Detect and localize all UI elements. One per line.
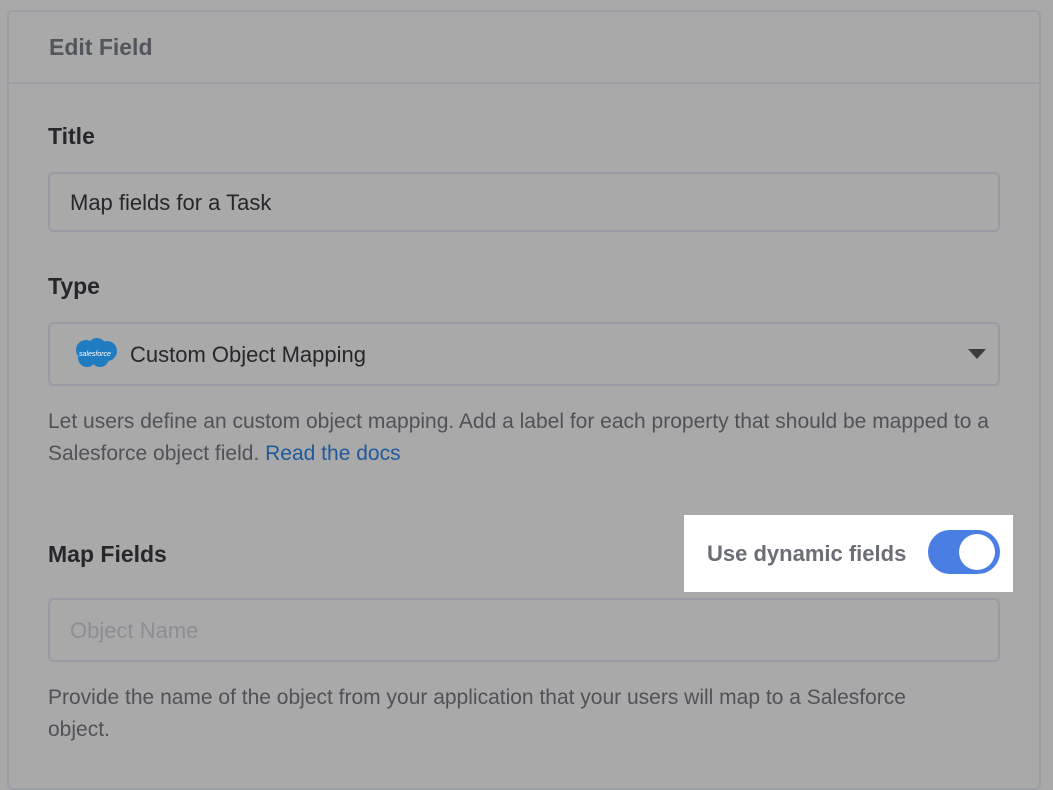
edit-field-panel: Edit Field: [7, 10, 1041, 790]
salesforce-logo-icon: salesforce: [76, 338, 117, 367]
read-the-docs-link[interactable]: Read the docs: [265, 442, 400, 465]
dynamic-fields-toggle[interactable]: [928, 530, 1000, 574]
map-fields-label: Map Fields: [48, 541, 167, 567]
type-label: Type: [48, 273, 100, 299]
type-select[interactable]: salesforce Custom Object Mapping: [48, 322, 1000, 386]
type-select-value: Custom Object Mapping: [130, 342, 366, 367]
panel-title: Edit Field: [49, 34, 153, 60]
salesforce-logo-text: salesforce: [79, 351, 111, 358]
title-label: Title: [48, 123, 95, 149]
dynamic-fields-toggle-row: Use dynamic fields: [684, 515, 1013, 592]
panel-header: [9, 12, 1039, 84]
title-input[interactable]: Map fields for a Task: [48, 172, 1000, 232]
title-input-value: Map fields for a Task: [70, 190, 272, 215]
chevron-down-icon[interactable]: [968, 349, 986, 359]
type-help-text: Let users define an custom object mappin…: [48, 406, 1008, 470]
type-help-body: Let users define an custom object mappin…: [48, 410, 989, 465]
dynamic-fields-label: Use dynamic fields: [707, 541, 907, 566]
object-name-help-text: Provide the name of the object from your…: [48, 686, 906, 741]
toggle-knob: [959, 534, 995, 570]
object-name-input[interactable]: Object Name: [48, 598, 1000, 662]
object-name-placeholder: Object Name: [70, 618, 199, 643]
